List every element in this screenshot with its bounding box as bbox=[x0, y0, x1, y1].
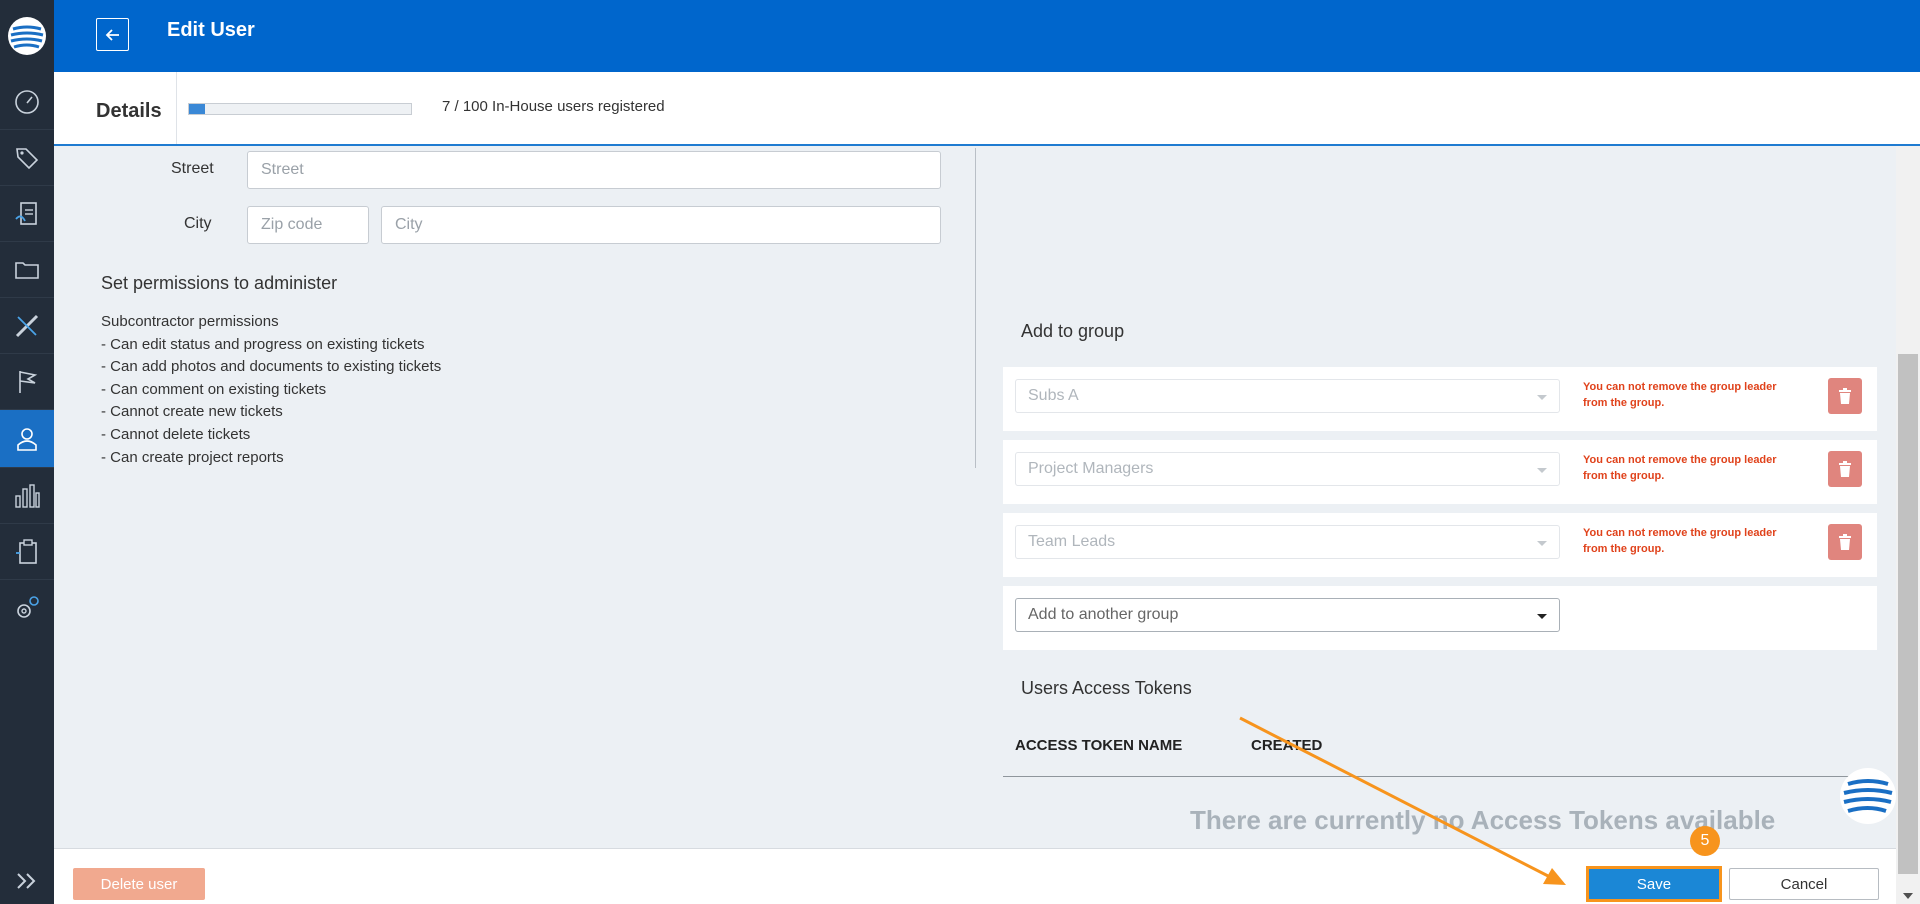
access-tokens-title: Users Access Tokens bbox=[1021, 678, 1192, 698]
save-button[interactable]: Save bbox=[1586, 866, 1722, 902]
caret-down-icon bbox=[1537, 541, 1547, 546]
nav-milestones[interactable] bbox=[0, 354, 54, 410]
cancel-button[interactable]: Cancel bbox=[1729, 868, 1879, 900]
registered-users-progress bbox=[188, 103, 412, 115]
page-title: Edit User bbox=[167, 19, 255, 41]
permissions-title: Set permissions to administer bbox=[101, 273, 338, 293]
permission-line: - Can edit status and progress on existi… bbox=[101, 335, 425, 353]
group-leader-warning: You can not remove the group leader from… bbox=[1583, 381, 1777, 409]
plans-document-icon bbox=[15, 201, 37, 225]
expand-sidebar-button[interactable] bbox=[0, 858, 54, 904]
caret-down-icon bbox=[1537, 614, 1547, 619]
group-row: Team Leads You can not remove the group … bbox=[1003, 513, 1877, 577]
details-tab[interactable]: Details bbox=[96, 100, 162, 123]
remove-group-button[interactable] bbox=[1828, 451, 1862, 487]
scroll-down-arrow-icon[interactable] bbox=[1903, 893, 1913, 899]
group-row: Subs A You can not remove the group lead… bbox=[1003, 367, 1877, 431]
group-leader-warning: You can not remove the group leader from… bbox=[1583, 527, 1777, 555]
scrollbar-thumb[interactable] bbox=[1898, 354, 1918, 874]
group-name: Project Managers bbox=[1028, 460, 1154, 477]
add-to-group-title: Add to group bbox=[1021, 321, 1125, 341]
city-label: City bbox=[184, 215, 212, 232]
clipboard-icon bbox=[16, 538, 37, 564]
statistics-bars-icon bbox=[15, 483, 40, 508]
add-to-another-group-select[interactable]: Add to another group bbox=[1015, 598, 1560, 632]
nav-plans[interactable] bbox=[0, 186, 54, 242]
city-input[interactable] bbox=[381, 206, 941, 244]
details-separator bbox=[176, 72, 177, 144]
header-bar: Edit User bbox=[54, 0, 1920, 72]
nav-tools[interactable] bbox=[0, 298, 54, 354]
nav-checklists[interactable] bbox=[0, 524, 54, 580]
double-chevron-right-icon bbox=[17, 873, 36, 889]
empty-tokens-message: There are currently no Access Tokens ava… bbox=[1190, 805, 1776, 835]
permission-line: - Can create project reports bbox=[101, 448, 284, 466]
tags-icon bbox=[16, 147, 39, 169]
add-group-placeholder: Add to another group bbox=[1028, 606, 1179, 623]
nav-documents[interactable] bbox=[0, 242, 54, 298]
ruler-pencil-icon bbox=[15, 314, 39, 337]
flag-icon bbox=[19, 370, 38, 393]
group-select-disabled: Subs A bbox=[1015, 379, 1560, 413]
permission-line: - Cannot create new tickets bbox=[101, 403, 283, 421]
registered-users-progress-fill bbox=[189, 104, 205, 114]
street-input[interactable] bbox=[247, 151, 941, 189]
group-leader-warning: You can not remove the group leader from… bbox=[1583, 454, 1777, 482]
group-select-disabled: Team Leads bbox=[1015, 525, 1560, 559]
trash-icon bbox=[1839, 534, 1851, 550]
permission-line: - Can comment on existing tickets bbox=[101, 380, 327, 398]
arrow-left-icon bbox=[105, 28, 119, 41]
vertical-scrollbar[interactable] bbox=[1896, 146, 1920, 904]
nav-dashboard[interactable] bbox=[0, 74, 54, 130]
help-chat-logo-icon[interactable] bbox=[1838, 766, 1898, 826]
nav-settings[interactable] bbox=[0, 580, 54, 636]
column-header-token-name: ACCESS TOKEN NAME bbox=[1015, 737, 1183, 754]
logo-icon bbox=[8, 17, 46, 55]
delete-user-button[interactable]: Delete user bbox=[73, 868, 205, 900]
permission-line: - Can add photos and documents to existi… bbox=[101, 358, 442, 376]
panel-divider bbox=[975, 148, 976, 468]
app-logo[interactable] bbox=[0, 0, 54, 72]
caret-down-icon bbox=[1537, 395, 1547, 400]
user-icon bbox=[17, 427, 37, 451]
group-row: Project Managers You can not remove the … bbox=[1003, 440, 1877, 504]
nav-statistics[interactable] bbox=[0, 468, 54, 524]
remove-group-button[interactable] bbox=[1828, 378, 1862, 414]
sidebar bbox=[0, 0, 54, 904]
trash-icon bbox=[1839, 388, 1851, 404]
zip-code-input[interactable] bbox=[247, 206, 369, 244]
caret-down-icon bbox=[1537, 468, 1547, 473]
registered-users-text: 7 / 100 In-House users registered bbox=[442, 98, 665, 115]
folder-icon bbox=[15, 261, 39, 279]
permission-line: - Cannot delete tickets bbox=[101, 425, 251, 443]
add-group-row: Add to another group bbox=[1003, 586, 1877, 650]
permissions-list: Subcontractor permissions - Can edit sta… bbox=[101, 311, 441, 469]
nav-tags[interactable] bbox=[0, 130, 54, 186]
group-name: Subs A bbox=[1028, 387, 1079, 404]
back-button[interactable] bbox=[96, 18, 129, 51]
footer-bar: Delete user Save Cancel bbox=[54, 848, 1896, 904]
group-name: Team Leads bbox=[1028, 533, 1116, 550]
settings-gears-icon bbox=[17, 596, 39, 618]
group-select-disabled: Project Managers bbox=[1015, 452, 1560, 486]
column-header-created: CREATED bbox=[1251, 737, 1323, 754]
street-label: Street bbox=[171, 160, 214, 177]
nav-users[interactable] bbox=[0, 410, 54, 468]
details-bar: Details 7 / 100 In-House users registere… bbox=[54, 72, 1920, 146]
step-number-badge: 5 bbox=[1690, 826, 1720, 856]
table-header-divider bbox=[1003, 776, 1877, 777]
trash-icon bbox=[1839, 461, 1851, 477]
remove-group-button[interactable] bbox=[1828, 524, 1862, 560]
permission-line: Subcontractor permissions bbox=[101, 313, 279, 330]
dashboard-gauge-icon bbox=[15, 89, 39, 114]
